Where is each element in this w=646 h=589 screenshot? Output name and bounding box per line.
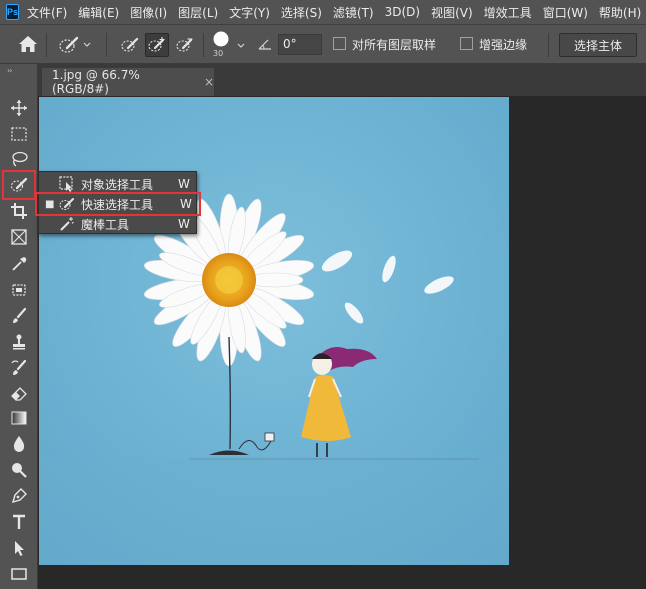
quick-selection-icon (59, 36, 79, 53)
menu-window[interactable]: 窗口(W) (543, 4, 588, 21)
brush-subtract-icon (176, 38, 193, 52)
gradient-icon (11, 411, 27, 425)
rectangle-tool[interactable] (6, 562, 32, 586)
healing-brush-tool[interactable] (6, 278, 32, 302)
brush-tip-icon (213, 31, 229, 47)
menu-3d[interactable]: 3D(D) (385, 5, 420, 19)
flyout-item-shortcut: W (178, 177, 190, 191)
flyout-item-shortcut: W (178, 217, 190, 231)
marquee-tool[interactable] (6, 122, 32, 146)
crop-tool[interactable] (6, 199, 32, 223)
menu-select[interactable]: 选择(S) (281, 4, 322, 21)
artwork-image (39, 97, 509, 565)
history-brush-icon (11, 359, 27, 375)
panel-collapse-icon[interactable]: ›› (7, 66, 13, 75)
add-to-selection-button[interactable] (145, 33, 169, 57)
magic-wand-icon (60, 217, 74, 231)
flyout-item-label: 快速选择工具 (81, 197, 154, 212)
pen-tool[interactable] (6, 484, 32, 508)
flyout-item-label: 对象选择工具 (81, 177, 154, 192)
gradient-tool[interactable] (6, 406, 32, 430)
home-icon[interactable] (18, 35, 38, 53)
brush-new-icon (121, 37, 139, 52)
sample-all-layers-checkbox[interactable] (333, 37, 346, 50)
photoshop-logo: Ps (6, 4, 20, 20)
flyout-item-shortcut: W (180, 197, 192, 211)
separator (106, 33, 107, 57)
menu-filter[interactable]: 滤镜(T) (333, 4, 374, 21)
history-brush-tool[interactable] (6, 356, 32, 380)
object-selection-icon (59, 176, 73, 192)
enhance-edge-label: 增强边缘 (479, 38, 528, 52)
menu-plugins[interactable]: 增效工具 (484, 4, 532, 21)
separator (46, 33, 47, 57)
document-tab-bar: 1.jpg @ 66.7%(RGB/8#) × (38, 64, 646, 96)
pen-icon (11, 488, 27, 504)
tool-preset-picker[interactable] (58, 34, 98, 56)
options-bar: 30 0° 对所有图层取样 增强边缘 选择主体 (0, 24, 646, 64)
clone-stamp-tool[interactable] (6, 330, 32, 354)
lasso-icon (12, 151, 28, 167)
menu-file[interactable]: 文件(F) (27, 4, 67, 21)
rect-marquee-icon (11, 127, 27, 141)
select-subject-button[interactable]: 选择主体 (559, 33, 637, 57)
eraser-icon (11, 387, 27, 401)
eyedropper-icon (12, 257, 27, 271)
menu-image[interactable]: 图像(I) (130, 4, 167, 21)
frame-icon (11, 229, 27, 245)
flyout-item-object-selection[interactable]: 对象选择工具 W (39, 174, 196, 194)
menu-edit[interactable]: 编辑(E) (78, 4, 119, 21)
rectangle-icon (11, 568, 27, 580)
eraser-tool[interactable] (6, 381, 32, 405)
enhance-edge-checkbox[interactable] (460, 37, 473, 50)
blur-tool[interactable] (6, 432, 32, 456)
move-tool[interactable] (6, 96, 32, 120)
dodge-tool[interactable] (6, 458, 32, 482)
brush-size-label: 30 (213, 49, 224, 58)
new-selection-button[interactable] (118, 33, 142, 57)
dodge-icon (12, 463, 27, 478)
sample-all-layers-label: 对所有图层取样 (352, 38, 437, 52)
patch-icon (12, 284, 26, 296)
menu-view[interactable]: 视图(V) (431, 4, 473, 21)
quick-selection-tool[interactable] (2, 170, 36, 200)
close-icon[interactable]: × (204, 75, 214, 89)
quick-selection-icon (59, 198, 74, 210)
stamp-icon (13, 334, 25, 350)
selected-bullet-icon: ■ (45, 198, 55, 210)
angle-input[interactable]: 0° (278, 34, 322, 55)
brush-add-icon (148, 37, 165, 52)
chevron-down-icon[interactable] (236, 41, 246, 51)
subtract-from-selection-button[interactable] (173, 33, 197, 57)
separator (548, 33, 549, 57)
separator (203, 33, 204, 57)
document-canvas[interactable] (39, 97, 509, 565)
menu-bar: Ps 文件(F) 编辑(E) 图像(I) 图层(L) 文字(Y) 选择(S) 滤… (0, 0, 646, 24)
path-selection-tool[interactable] (6, 536, 32, 560)
arrow-cursor-icon (15, 541, 24, 556)
eyedropper-tool[interactable] (6, 252, 32, 276)
menu-type[interactable]: 文字(Y) (229, 4, 270, 21)
menu-layer[interactable]: 图层(L) (178, 4, 218, 21)
flyout-item-magic-wand[interactable]: 魔棒工具 W (39, 214, 196, 234)
frame-tool[interactable] (6, 225, 32, 249)
crop-icon (11, 203, 27, 219)
document-tab[interactable]: 1.jpg @ 66.7%(RGB/8#) × (42, 68, 214, 96)
menu-help[interactable]: 帮助(H) (599, 4, 641, 21)
move-icon (11, 100, 27, 116)
chevron-down-icon (83, 42, 91, 47)
flyout-item-quick-selection[interactable]: ■ 快速选择工具 W (35, 192, 201, 216)
brush-icon (13, 307, 27, 323)
quick-selection-icon (10, 177, 28, 192)
brush-tool[interactable] (6, 304, 32, 328)
type-icon (13, 514, 25, 529)
type-tool[interactable] (6, 510, 32, 534)
angle-icon (258, 39, 271, 50)
flyout-item-label: 魔棒工具 (81, 217, 130, 232)
document-tab-title: 1.jpg @ 66.7%(RGB/8#) (52, 68, 140, 96)
tools-panel: ›› (0, 64, 38, 589)
blur-drop-icon (13, 436, 25, 452)
selection-tools-flyout: 对象选择工具 W ■ 快速选择工具 W 魔棒工具 W (35, 171, 201, 234)
lasso-tool[interactable] (6, 147, 32, 171)
